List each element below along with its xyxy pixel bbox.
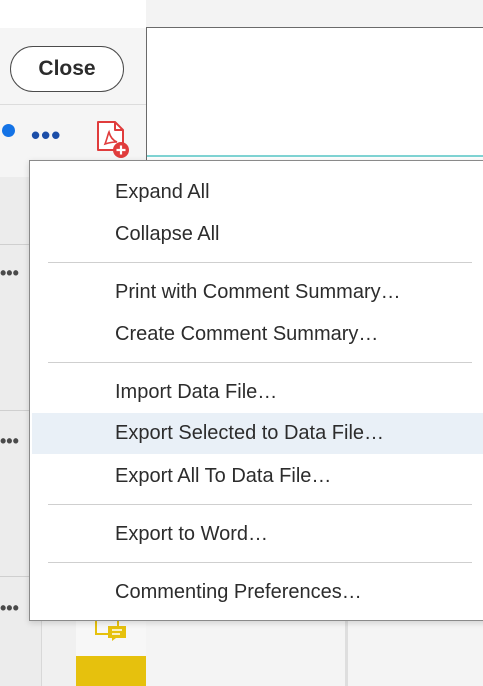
app-window: Close ••• ••• ••• ••• Expand All Collaps…	[0, 0, 483, 686]
menu-item-export-to-word[interactable]: Export to Word…	[32, 514, 483, 555]
menu-item-collapse-all[interactable]: Collapse All	[32, 214, 483, 255]
document-divider	[345, 620, 348, 686]
menu-item-import-data-file[interactable]: Import Data File…	[32, 372, 483, 413]
menu-item-print-comment-summary[interactable]: Print with Comment Summary…	[32, 272, 483, 313]
document-lower-area	[146, 620, 483, 686]
panel-top-gap	[0, 0, 146, 28]
menu-item-expand-all[interactable]: Expand All	[32, 172, 483, 213]
menu-item-commenting-preferences[interactable]: Commenting Preferences…	[32, 572, 483, 613]
card-more-icon[interactable]: •••	[0, 432, 30, 450]
page-rule	[147, 155, 483, 157]
highlight-color-dot-icon[interactable]	[2, 124, 15, 137]
comment-highlight-bar	[76, 656, 146, 686]
menu-item-export-all[interactable]: Export All To Data File…	[32, 456, 483, 497]
menu-divider	[48, 262, 472, 263]
close-button[interactable]: Close	[10, 46, 124, 92]
menu-divider	[48, 362, 472, 363]
pdf-add-icon[interactable]	[95, 120, 131, 160]
card-more-icon[interactable]: •••	[0, 599, 30, 617]
menu-item-create-comment-summary[interactable]: Create Comment Summary…	[32, 314, 483, 355]
card-more-icon[interactable]: •••	[0, 264, 30, 282]
more-options-icon[interactable]: •••	[31, 122, 63, 148]
options-context-menu: Expand All Collapse All Print with Comme…	[29, 160, 483, 621]
menu-divider	[48, 504, 472, 505]
menu-divider	[48, 562, 472, 563]
menu-item-export-selected[interactable]: Export Selected to Data File…	[32, 413, 483, 454]
